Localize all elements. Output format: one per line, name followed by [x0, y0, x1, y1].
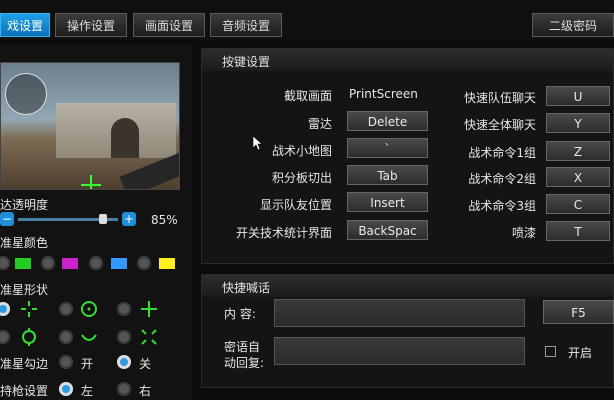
- key-button-radar[interactable]: Delete: [347, 111, 428, 131]
- key-label-tactic-group-3: 战术命令3组: [468, 199, 536, 213]
- crosshair-outline-label: 准星勾边: [0, 357, 49, 371]
- key-label-scoreboard: 积分板切出: [271, 171, 332, 185]
- minus-icon[interactable]: −: [0, 212, 14, 226]
- tab-video-settings[interactable]: 画面设置: [133, 13, 205, 37]
- shape-radio-2[interactable]: [59, 302, 73, 316]
- color-swatch-green[interactable]: [15, 258, 31, 269]
- radar-opacity-value: 85%: [151, 213, 178, 227]
- outline-on-label: 开: [81, 357, 94, 371]
- crosshair-color-label: 准星颜色: [0, 236, 49, 250]
- outline-off-label: 关: [139, 357, 152, 371]
- color-radio-3[interactable]: [89, 256, 103, 270]
- key-label-all-chat: 快速全体聊天: [463, 118, 536, 132]
- hand-left-label: 左: [81, 384, 94, 398]
- crosshair-x-icon[interactable]: [140, 328, 158, 346]
- tab-controls-settings[interactable]: 操作设置: [55, 13, 127, 37]
- shape-radio-5[interactable]: [59, 330, 73, 344]
- color-radio-2[interactable]: [41, 256, 55, 270]
- key-label-tactic-group-2: 战术命令2组: [468, 172, 536, 186]
- radar-icon: [5, 73, 47, 115]
- color-swatch-magenta[interactable]: [62, 258, 78, 269]
- key-button-team-chat[interactable]: U: [546, 86, 610, 106]
- plus-icon[interactable]: +: [122, 212, 136, 226]
- auto-reply-input[interactable]: [274, 337, 525, 365]
- key-label-radar: 雷达: [307, 117, 332, 131]
- key-button-spray[interactable]: T: [546, 221, 610, 241]
- key-button-tactic-group-3[interactable]: C: [546, 194, 610, 214]
- crosshair-circle-ticks-icon[interactable]: [20, 328, 38, 346]
- outline-off-radio[interactable]: [117, 355, 131, 369]
- key-button-scoreboard[interactable]: Tab: [347, 165, 428, 185]
- key-button-tactic-group-1[interactable]: Z: [546, 141, 610, 161]
- outline-on-radio[interactable]: [59, 355, 73, 369]
- key-settings-header: 按键设置: [202, 49, 613, 71]
- quick-chat-content-input[interactable]: [274, 299, 525, 327]
- crosshair-preview-image: [0, 62, 180, 190]
- key-label-show-teammates: 显示队友位置: [259, 198, 332, 212]
- hand-right-radio[interactable]: [117, 382, 131, 396]
- key-button-show-teammates[interactable]: Insert: [347, 192, 428, 212]
- preview-archway: [111, 118, 139, 158]
- key-label-tactic-group-1: 战术命令1组: [468, 146, 536, 160]
- key-button-all-chat[interactable]: Y: [546, 113, 610, 133]
- shape-radio-6[interactable]: [117, 330, 131, 344]
- key-button-tactic-group-2[interactable]: X: [546, 167, 610, 187]
- shape-radio-3[interactable]: [117, 302, 131, 316]
- crosshair-arc-icon[interactable]: [80, 328, 98, 346]
- crosshair-shape-label: 准星形状: [0, 283, 49, 297]
- key-settings-title: 按键设置: [222, 55, 271, 69]
- quick-chat-hotkey-button[interactable]: F5: [543, 300, 614, 324]
- tab-audio-settings[interactable]: 音频设置: [210, 13, 282, 37]
- auto-reply-label-line1: 密语自: [224, 340, 261, 354]
- quick-chat-header: 快捷喊话: [202, 275, 613, 297]
- radar-opacity-slider[interactable]: − +: [0, 212, 140, 226]
- mouse-cursor-icon: [253, 136, 263, 150]
- key-label-tactical-minimap: 战术小地图: [271, 144, 332, 158]
- radar-opacity-label: 达透明度: [0, 198, 49, 212]
- key-label-screenshot: 截取画面: [283, 89, 332, 103]
- auto-reply-enable-label: 开启: [568, 346, 593, 360]
- color-radio-4[interactable]: [137, 256, 151, 270]
- auto-reply-label-line2: 动回复:: [224, 356, 265, 370]
- key-label-spray: 喷漆: [511, 226, 536, 240]
- crosshair-icon: [81, 175, 101, 189]
- crosshair-plus-icon[interactable]: [140, 300, 158, 318]
- key-button-tactical-minimap[interactable]: `: [347, 138, 428, 158]
- hand-left-radio[interactable]: [59, 382, 73, 396]
- secondary-password-button[interactable]: 二级密码: [532, 13, 614, 37]
- auto-reply-enable-checkbox[interactable]: [545, 346, 556, 357]
- color-swatch-yellow[interactable]: [159, 258, 175, 269]
- hand-right-label: 右: [139, 384, 152, 398]
- crosshair-circle-dot-icon[interactable]: [80, 300, 98, 318]
- key-label-team-chat: 快速队伍聊天: [463, 91, 536, 105]
- color-swatch-blue[interactable]: [111, 258, 127, 269]
- quick-chat-title: 快捷喊话: [222, 281, 271, 295]
- crosshair-plus-gap-icon[interactable]: [20, 300, 38, 318]
- quick-chat-content-label: 内 容:: [224, 307, 256, 321]
- key-value-screenshot[interactable]: PrintScreen: [349, 87, 418, 101]
- key-button-stats-toggle[interactable]: BackSpac: [347, 220, 428, 240]
- weapon-hand-label: 持枪设置: [0, 384, 49, 398]
- key-label-stats-toggle: 开关技术统计界面: [235, 226, 332, 240]
- top-tab-bar: 戏设置 操作设置 画面设置 音频设置 二级密码: [0, 0, 614, 40]
- slider-knob[interactable]: [99, 214, 107, 224]
- tab-game-settings[interactable]: 戏设置: [0, 13, 50, 37]
